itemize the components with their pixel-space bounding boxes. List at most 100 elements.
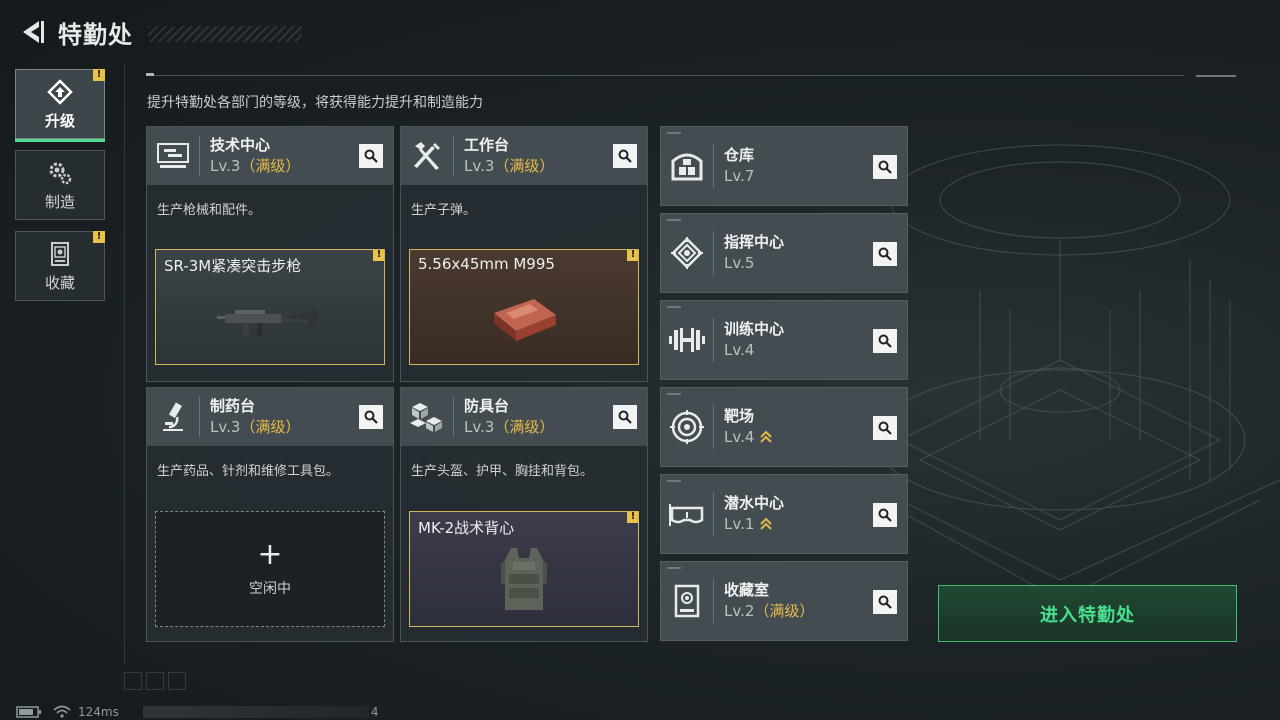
alert-badge: !: [93, 69, 105, 81]
title-decoration: [148, 26, 302, 42]
department-card-shooting-range[interactable]: 靶场 Lv.4: [660, 387, 908, 467]
department-card-warehouse[interactable]: 仓库 Lv.7: [660, 126, 908, 206]
enter-button-label: 进入特勤处: [1040, 604, 1135, 626]
separator: [713, 318, 714, 362]
separator: [713, 231, 714, 275]
sidebar-item-craft[interactable]: 制造: [15, 150, 105, 220]
search-button[interactable]: [873, 329, 897, 353]
separator: [199, 397, 200, 437]
separator: [713, 492, 714, 536]
department-name: 训练中心: [724, 320, 785, 338]
ammo-box-icon: [410, 274, 638, 364]
department-description: 生产子弹。: [411, 203, 477, 218]
department-level: Lv.7: [724, 167, 755, 185]
max-level-tag: （满级）: [240, 157, 301, 175]
department-name: 靶场: [724, 407, 755, 425]
department-card-diving-center[interactable]: 潜水中心 Lv.1: [660, 474, 908, 554]
craft-item-name: SR-3M紧凑突击步枪: [164, 257, 302, 275]
sidebar-item-upgrade[interactable]: 升级 !: [15, 69, 105, 142]
ping-value: 124ms: [78, 705, 119, 719]
department-level: Lv.2: [724, 602, 755, 620]
search-button[interactable]: [873, 416, 897, 440]
idle-crafting-slot[interactable]: + 空闲中: [155, 511, 385, 627]
target-icon: [661, 387, 713, 467]
back-button[interactable]: [14, 14, 50, 50]
microscope-icon: [147, 388, 199, 446]
department-name: 制药台: [210, 397, 256, 415]
wifi-icon: [53, 705, 71, 718]
department-description: 生产药品、针剂和维修工具包。: [157, 464, 340, 479]
magnifier-icon: [364, 410, 378, 424]
upgrade-icon: [47, 78, 73, 105]
department-card-command-center[interactable]: 指挥中心 Lv.5: [660, 213, 908, 293]
department-name: 潜水中心: [724, 494, 785, 512]
magnifier-icon: [618, 149, 632, 163]
department-level: Lv.5: [724, 254, 755, 272]
magnifier-icon: [618, 410, 632, 424]
department-name: 指挥中心: [724, 233, 785, 251]
card-header: 技术中心 Lv.3（满级）: [147, 127, 393, 185]
department-card-collection-room[interactable]: 收藏室 Lv.2（满级）: [660, 561, 908, 641]
department-level: Lv.4: [724, 428, 755, 446]
search-button[interactable]: [873, 155, 897, 179]
department-level: Lv.3: [464, 418, 495, 436]
search-button[interactable]: [613, 144, 637, 168]
card-header: 工作台 Lv.3（满级）: [401, 127, 647, 185]
crafting-slot[interactable]: MK-2战术背心 !: [409, 511, 639, 627]
divider-accent: [146, 73, 154, 76]
alert-badge: !: [627, 512, 638, 523]
department-card-armor-bench[interactable]: 防具台 Lv.3（满级） 生产头盔、护甲、胸挂和背包。 MK-2战术背心 !: [400, 387, 648, 642]
card-header: 防具台 Lv.3（满级）: [401, 388, 647, 446]
sidebar-item-label: 升级: [44, 111, 75, 130]
search-button[interactable]: [613, 405, 637, 429]
department-level: Lv.3: [464, 157, 495, 175]
alert-badge: !: [373, 250, 384, 261]
sidebar-item-label: 制造: [44, 192, 75, 211]
department-name: 工作台: [464, 136, 510, 154]
search-button[interactable]: [359, 144, 383, 168]
sidebar-item-collection[interactable]: 收藏 !: [15, 231, 105, 301]
diving-mask-icon: [661, 474, 713, 554]
search-button[interactable]: [873, 503, 897, 527]
magnifier-icon: [878, 508, 892, 522]
search-button[interactable]: [873, 242, 897, 266]
back-arrow-icon: [23, 21, 44, 43]
collection-room-icon: [661, 561, 713, 641]
armor-bench-icon: [401, 388, 453, 446]
alert-badge: !: [627, 250, 638, 261]
workbench-icon: [401, 127, 453, 185]
upgrade-available-icon: [760, 517, 773, 530]
search-button[interactable]: [873, 590, 897, 614]
department-card-training-center[interactable]: 训练中心 Lv.4: [660, 300, 908, 380]
vest-icon: [410, 536, 638, 626]
department-name: 防具台: [464, 397, 510, 415]
department-card-workbench[interactable]: 工作台 Lv.3（满级） 生产子弹。 5.56x45mm M995 !: [400, 126, 648, 382]
status-bar-strip: [142, 706, 369, 718]
crafting-slot[interactable]: SR-3M紧凑突击步枪 !: [155, 249, 385, 365]
max-level-tag: （满级）: [494, 157, 555, 175]
department-level: Lv.3: [210, 157, 241, 175]
top-bar: 特勤处: [14, 14, 133, 50]
separator: [713, 405, 714, 449]
department-card-tech-center[interactable]: 技术中心 Lv.3（满级） 生产枪械和配件。 SR-3M紧凑突击步枪 !: [146, 126, 394, 382]
magnifier-icon: [878, 421, 892, 435]
department-name: 收藏室: [724, 581, 770, 599]
craft-item-name: 5.56x45mm M995: [418, 255, 555, 273]
enter-special-ops-button[interactable]: 进入特勤处: [938, 585, 1237, 642]
alert-badge: !: [93, 231, 105, 243]
separator: [713, 579, 714, 623]
dumbbell-icon: [661, 300, 713, 380]
department-name: 仓库: [724, 146, 755, 164]
idle-label: 空闲中: [249, 581, 291, 597]
department-card-pharmacy[interactable]: 制药台 Lv.3（满级） 生产药品、针剂和维修工具包。 + 空闲中: [146, 387, 394, 642]
magnifier-icon: [878, 160, 892, 174]
page-subtitle: 提升特勤处各部门的等级，将获得能力提升和制造能力: [147, 95, 483, 111]
search-button[interactable]: [359, 405, 383, 429]
crafting-slot[interactable]: 5.56x45mm M995 !: [409, 249, 639, 365]
department-level: Lv.3: [210, 418, 241, 436]
magnifier-icon: [878, 595, 892, 609]
upgrade-available-icon: [760, 430, 773, 443]
page-title: 特勤处: [58, 20, 133, 49]
collection-icon: [51, 241, 69, 266]
department-level: Lv.4: [724, 341, 755, 359]
